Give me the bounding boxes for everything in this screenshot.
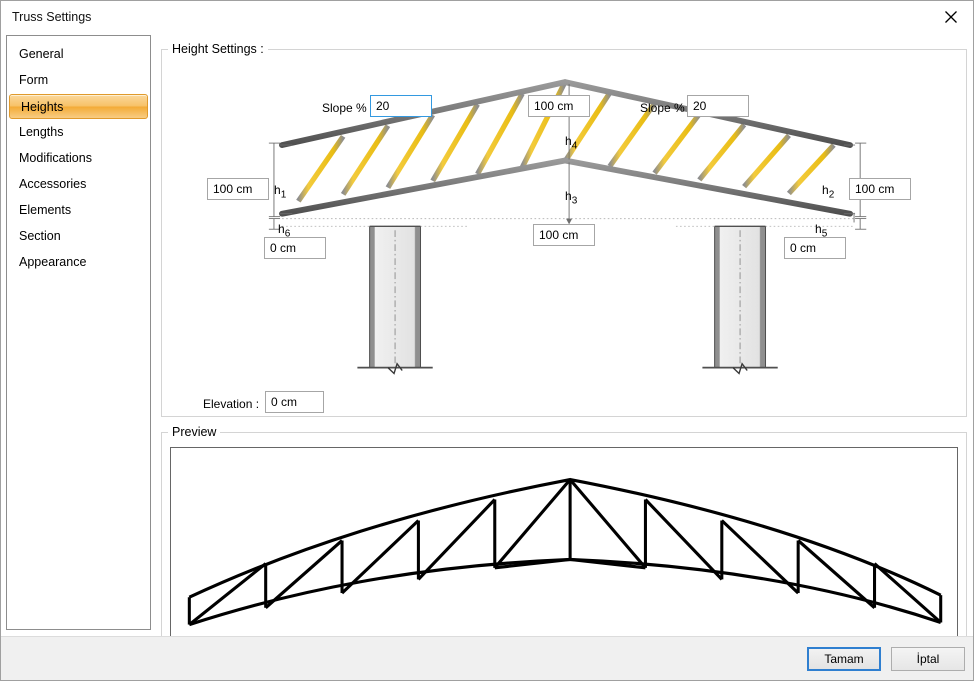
preview-legend: Preview [168,425,220,439]
height-settings-legend: Height Settings : [168,42,268,56]
dim-label-h2: h2 [822,183,834,200]
h5-offset-input[interactable] [784,237,846,259]
cancel-button[interactable]: İptal [891,647,965,671]
preview-canvas [170,447,958,655]
slope-left-label: Slope % [322,101,367,115]
height-settings-group: Height Settings : [161,42,967,417]
elevation-input[interactable] [265,391,324,413]
sidebar-item-accessories[interactable]: Accessories [8,172,149,197]
sidebar-item-label: Modifications [19,151,92,165]
h2-height-input[interactable] [849,178,911,200]
left-column [357,226,432,373]
dim-label-h4: h4 [565,134,577,151]
settings-category-list: General Form Heights Lengths Modificatio… [6,35,151,630]
h1-height-input[interactable] [207,178,269,200]
sidebar-item-modifications[interactable]: Modifications [8,146,149,171]
close-button[interactable] [928,1,973,32]
slope-right-label: Slope % [640,101,685,115]
sidebar-item-label: Form [19,73,48,87]
right-column [702,226,777,373]
dialog-content: General Form Heights Lengths Modificatio… [1,32,973,636]
sidebar-item-label: Heights [21,100,63,114]
preview-group: Preview [161,425,967,665]
sidebar-item-general[interactable]: General [8,42,149,67]
sidebar-item-label: Appearance [19,255,86,269]
slope-right-input[interactable] [687,95,749,117]
apex-height-input[interactable] [528,95,590,117]
h3-height-input[interactable] [533,224,595,246]
h6-offset-input[interactable] [264,237,326,259]
sidebar-item-form[interactable]: Form [8,68,149,93]
dim-label-h1: h1 [274,183,286,200]
window-title: Truss Settings [12,10,91,24]
sidebar-item-lengths[interactable]: Lengths [8,120,149,145]
sidebar-item-label: Lengths [19,125,63,139]
title-bar: Truss Settings [1,1,973,32]
preview-truss-diagram [171,448,957,654]
sidebar-item-heights[interactable]: Heights [9,94,148,119]
slope-left-input[interactable] [370,95,432,117]
elevation-label: Elevation : [203,397,259,411]
sidebar-item-label: Section [19,229,61,243]
sidebar-item-section[interactable]: Section [8,224,149,249]
sidebar-item-elements[interactable]: Elements [8,198,149,223]
sidebar-item-label: General [19,47,63,61]
sidebar-item-label: Elements [19,203,71,217]
dim-label-h3: h3 [565,189,577,206]
sidebar-item-appearance[interactable]: Appearance [8,250,149,275]
ok-button[interactable]: Tamam [807,647,881,671]
settings-main-panel: Height Settings : [161,35,967,630]
truss-settings-window: Truss Settings General Form Heights Leng… [0,0,974,681]
close-icon [944,10,958,24]
sidebar-item-label: Accessories [19,177,86,191]
dialog-footer: Tamam İptal [1,636,973,680]
